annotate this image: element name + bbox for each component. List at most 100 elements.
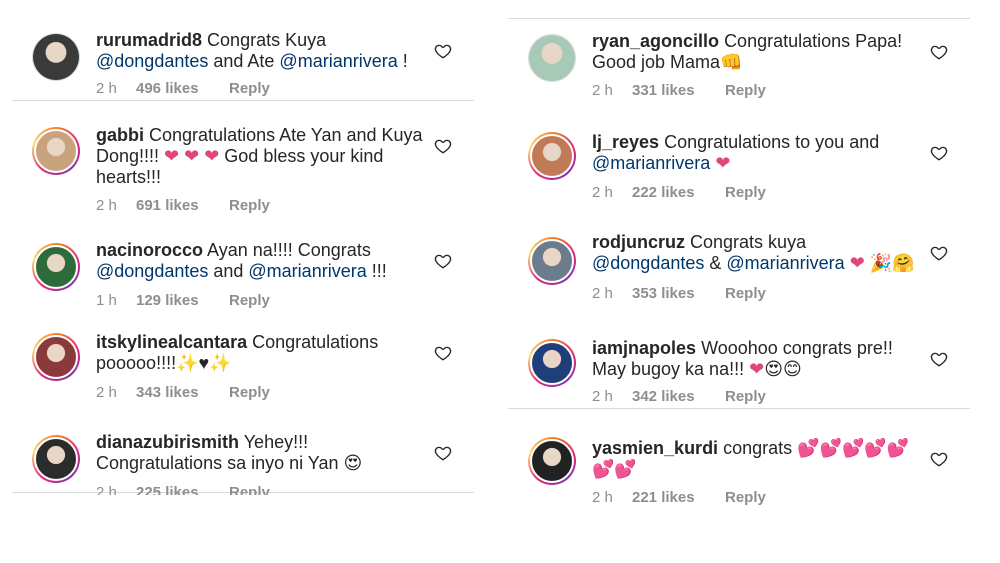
likes-count[interactable]: 221 likes	[632, 489, 725, 506]
emoji: ❤	[749, 359, 765, 379]
right-comment-panel: ryan_agoncillo Congratulations Papa! Goo…	[508, 0, 970, 563]
reply-button[interactable]: Reply	[725, 285, 766, 302]
comment-meta: 1 h 129 likes Reply	[96, 292, 270, 309]
mention-link[interactable]: @marianrivera	[592, 153, 710, 173]
heart-icon[interactable]	[930, 43, 948, 61]
reply-button[interactable]: Reply	[229, 384, 270, 401]
timestamp: 2 h	[592, 489, 613, 506]
divider	[508, 18, 970, 19]
avatar[interactable]	[32, 435, 80, 483]
mention-link[interactable]: @marianrivera	[726, 253, 844, 273]
emoji: ❤	[849, 253, 865, 273]
heart-icon[interactable]	[434, 252, 452, 270]
likes-count[interactable]: 222 likes	[632, 184, 725, 201]
comment-text: rodjuncruz Congrats kuya @dongdantes & @…	[592, 232, 922, 274]
username-link[interactable]: iamjnapoles	[592, 338, 696, 358]
username-link[interactable]: lj_reyes	[592, 132, 659, 152]
comment-text: gabbi Congratulations Ate Yan and Kuya D…	[96, 125, 426, 188]
username-link[interactable]: rurumadrid8	[96, 30, 202, 50]
mention-link[interactable]: @marianrivera	[279, 51, 397, 71]
avatar[interactable]	[32, 333, 80, 381]
avatar[interactable]	[32, 127, 80, 175]
comment-body: 😍😊	[764, 359, 802, 379]
likes-count[interactable]: 343 likes	[136, 384, 229, 401]
comment-text: ryan_agoncillo Congratulations Papa! Goo…	[592, 31, 922, 73]
comment-text: lj_reyes Congratulations to you and @mar…	[592, 132, 922, 174]
comment-body: Ayan na!!!! Congrats	[207, 240, 371, 260]
comment-body: 👊	[720, 52, 743, 72]
avatar[interactable]	[528, 237, 576, 285]
reply-button[interactable]: Reply	[229, 80, 270, 97]
timestamp: 2 h	[96, 197, 117, 214]
avatar[interactable]	[32, 33, 80, 81]
avatar[interactable]	[528, 339, 576, 387]
comment-body: Congratulations to you and	[664, 132, 880, 152]
emoji: ❤	[715, 153, 731, 173]
reply-button[interactable]: Reply	[229, 197, 270, 214]
timestamp: 2 h	[592, 82, 613, 99]
reply-button[interactable]: Reply	[229, 484, 270, 495]
username-link[interactable]: gabbi	[96, 125, 144, 145]
heart-icon[interactable]	[434, 42, 452, 60]
comment-meta: 2 h 331 likes Reply	[592, 82, 766, 99]
username-link[interactable]: dianazubirismith	[96, 432, 239, 452]
left-comment-panel: rurumadrid8 Congrats Kuya @dongdantes an…	[12, 0, 474, 495]
comment-text: dianazubirismith Yehey!!! Congratulation…	[96, 432, 426, 474]
heart-icon[interactable]	[930, 244, 948, 262]
comment-body: congrats	[723, 438, 798, 458]
comment-body: 😍	[343, 453, 363, 473]
timestamp: 2 h	[96, 384, 117, 401]
mention-link[interactable]: @marianrivera	[248, 261, 366, 281]
heart-icon[interactable]	[434, 344, 452, 362]
comment-text: itskylinealcantara Congratulations poooo…	[96, 332, 426, 374]
reply-button[interactable]: Reply	[725, 82, 766, 99]
timestamp: 2 h	[592, 285, 613, 302]
heart-icon[interactable]	[434, 137, 452, 155]
reply-button[interactable]: Reply	[725, 489, 766, 506]
avatar[interactable]	[528, 437, 576, 485]
likes-count[interactable]: 129 likes	[136, 292, 229, 309]
timestamp: 2 h	[592, 184, 613, 201]
avatar[interactable]	[32, 243, 80, 291]
avatar[interactable]	[528, 34, 576, 82]
likes-count[interactable]: 225 likes	[136, 484, 229, 495]
comment-body: and	[208, 261, 249, 281]
username-link[interactable]: rodjuncruz	[592, 232, 685, 252]
likes-count[interactable]: 496 likes	[136, 80, 229, 97]
comment-meta: 2 h 496 likes Reply	[96, 80, 270, 97]
timestamp: 1 h	[96, 292, 117, 309]
comment-text: rurumadrid8 Congrats Kuya @dongdantes an…	[96, 30, 426, 72]
mention-link[interactable]: @dongdantes	[96, 261, 208, 281]
heart-icon[interactable]	[930, 144, 948, 162]
reply-button[interactable]: Reply	[725, 388, 766, 405]
comment-meta: 2 h 691 likes Reply	[96, 197, 270, 214]
divider	[12, 100, 474, 101]
avatar[interactable]	[528, 132, 576, 180]
comment-body: Congrats kuya	[690, 232, 807, 252]
comment-meta: 2 h 342 likes Reply	[592, 388, 766, 405]
username-link[interactable]: nacinorocco	[96, 240, 203, 260]
comment-text: iamjnapoles Wooohoo congrats pre!! May b…	[592, 338, 922, 380]
username-link[interactable]: ryan_agoncillo	[592, 31, 719, 51]
username-link[interactable]: yasmien_kurdi	[592, 438, 718, 458]
reply-button[interactable]: Reply	[229, 292, 270, 309]
username-link[interactable]: itskylinealcantara	[96, 332, 247, 352]
heart-icon[interactable]	[930, 450, 948, 468]
timestamp: 2 h	[96, 484, 117, 495]
comment-body: &	[704, 253, 727, 273]
heart-icon[interactable]	[434, 444, 452, 462]
likes-count[interactable]: 331 likes	[632, 82, 725, 99]
comment-body: ✨♥✨	[176, 353, 232, 373]
timestamp: 2 h	[96, 80, 117, 97]
likes-count[interactable]: 353 likes	[632, 285, 725, 302]
comment-meta: 2 h 225 likes Reply	[96, 484, 270, 495]
mention-link[interactable]: @dongdantes	[96, 51, 208, 71]
comment-body: !!!	[366, 261, 387, 281]
comment-text: nacinorocco Ayan na!!!! Congrats @dongda…	[96, 240, 426, 282]
mention-link[interactable]: @dongdantes	[592, 253, 704, 273]
heart-icon[interactable]	[930, 350, 948, 368]
likes-count[interactable]: 691 likes	[136, 197, 229, 214]
reply-button[interactable]: Reply	[725, 184, 766, 201]
comment-body: 🎉🤗	[864, 253, 915, 273]
likes-count[interactable]: 342 likes	[632, 388, 725, 405]
